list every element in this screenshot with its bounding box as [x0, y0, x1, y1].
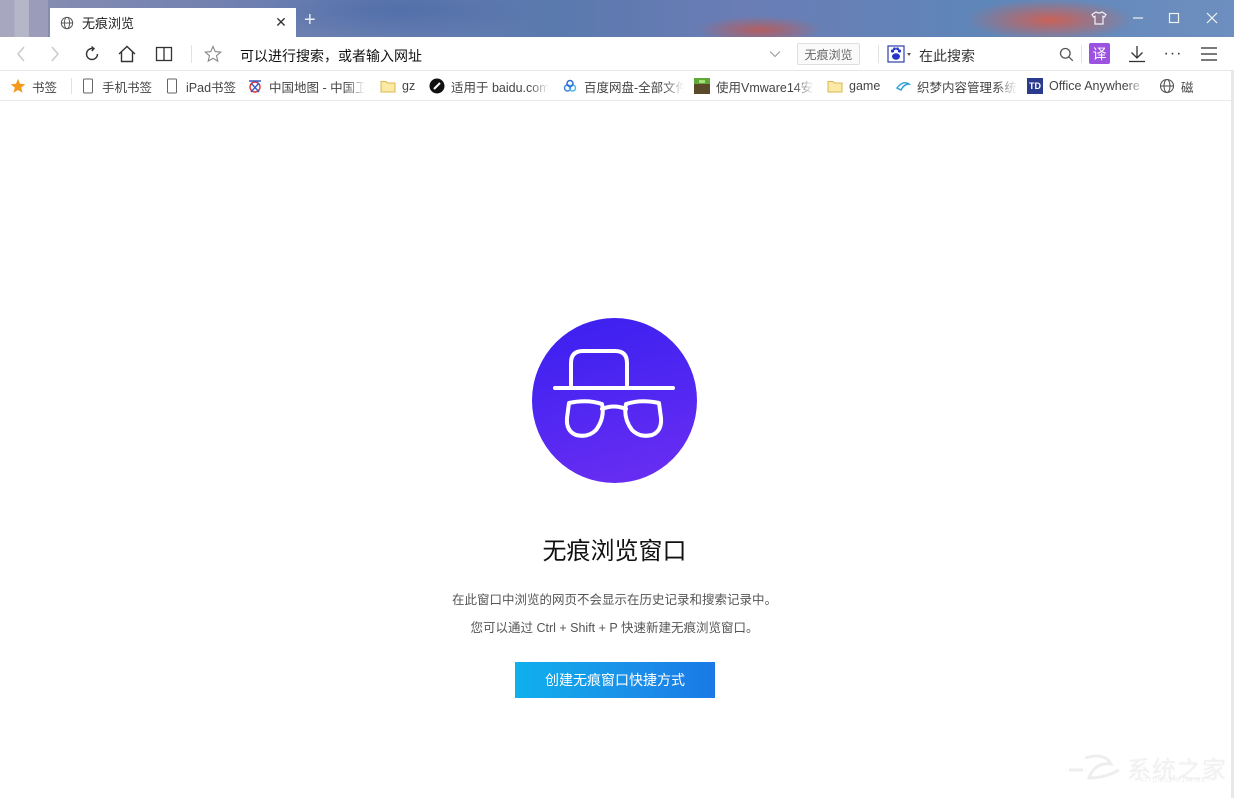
dede-icon — [895, 78, 911, 94]
chevron-left-icon — [17, 46, 25, 62]
book-icon — [155, 46, 173, 62]
search-button[interactable] — [1054, 37, 1078, 71]
translate-button[interactable]: 译 — [1089, 43, 1110, 64]
toolbar-divider — [191, 45, 192, 63]
menu-button[interactable] — [1197, 37, 1221, 71]
bookmarks-bar: 书签 手机书签 iPad书签 中国地图 - 中国卫 gz 适用于 baidu.c… — [0, 71, 1232, 101]
reload-button[interactable] — [80, 37, 104, 71]
bookmark-item[interactable]: 织梦内容管理系统 — [895, 71, 1017, 101]
incognito-badge[interactable]: 无痕浏览 — [797, 43, 860, 65]
back-button[interactable] — [8, 37, 34, 71]
favorite-button[interactable] — [201, 37, 225, 71]
tablet-icon — [164, 78, 180, 94]
map-site-icon — [247, 78, 263, 94]
address-bar[interactable]: 可以进行搜索，或者输入网址 — [240, 46, 422, 66]
tab-title: 无痕浏览 — [82, 16, 135, 31]
bookmark-item[interactable]: TD Office Anywhere — [1027, 71, 1145, 101]
download-icon — [1129, 46, 1145, 63]
search-input[interactable]: 在此搜索 — [919, 46, 975, 66]
globe-icon — [1159, 78, 1175, 94]
new-tab-button[interactable]: + — [304, 10, 316, 30]
bookmark-item[interactable]: 使用Vmware14安 — [694, 71, 814, 101]
tab-incognito[interactable]: 无痕浏览 ✕ — [50, 8, 296, 37]
user-avatar[interactable] — [0, 0, 48, 37]
create-shortcut-button[interactable]: 创建无痕窗口快捷方式 — [515, 662, 715, 698]
skin-button[interactable] — [1081, 6, 1117, 30]
maximize-button[interactable] — [1156, 6, 1192, 30]
close-window-button[interactable] — [1194, 6, 1230, 30]
chevron-down-icon — [769, 51, 781, 58]
incognito-hat-glasses-icon — [553, 349, 675, 438]
incognito-logo — [532, 318, 697, 483]
bookmark-item[interactable]: 手机书签 — [80, 71, 152, 101]
page-heading: 无痕浏览窗口 — [542, 538, 687, 565]
bookmark-item[interactable]: 适用于 baidu.com — [429, 71, 549, 101]
search-icon — [1059, 47, 1073, 61]
minecraft-icon — [694, 78, 710, 94]
td-icon: TD — [1027, 78, 1043, 94]
description-line: 在此窗口中浏览的网页不会显示在历史记录和搜索记录中。 — [451, 593, 777, 607]
bookmark-item[interactable]: 中国地图 - 中国卫 — [247, 71, 365, 101]
tab-close-icon[interactable]: ✕ — [270, 14, 292, 31]
title-bar: 无痕浏览 ✕ + — [0, 0, 1234, 37]
bookmarks-divider — [71, 78, 72, 94]
bookmark-item[interactable]: 百度网盘-全部文件 — [562, 71, 684, 101]
tool-site-icon — [429, 78, 445, 94]
hamburger-menu-icon — [1201, 47, 1217, 61]
bookmark-item[interactable]: 书签 — [10, 71, 57, 101]
search-engine-selector[interactable] — [885, 37, 915, 71]
download-button[interactable] — [1125, 37, 1149, 71]
watermark: 系统之家 XITONGZHIJIA.NET — [1065, 748, 1230, 790]
minimize-button[interactable] — [1120, 6, 1156, 30]
home-icon — [118, 45, 136, 63]
baidu-paw-icon — [887, 45, 911, 63]
star-outline-icon — [204, 45, 222, 63]
folder-icon — [827, 78, 843, 94]
navigation-toolbar: 可以进行搜索，或者输入网址 无痕浏览 在此搜索 译 ··· — [0, 37, 1234, 71]
home-button[interactable] — [115, 37, 139, 71]
bookmark-item[interactable]: game — [827, 71, 880, 101]
address-dropdown-button[interactable] — [764, 37, 786, 71]
baidu-pan-icon — [562, 78, 578, 94]
maximize-icon — [1168, 12, 1180, 24]
folder-icon — [380, 78, 396, 94]
bookmark-item[interactable]: gz — [380, 71, 415, 101]
more-button[interactable]: ··· — [1160, 37, 1186, 71]
minimize-icon — [1133, 17, 1143, 19]
globe-icon — [60, 16, 74, 29]
star-icon — [10, 78, 26, 94]
forward-button[interactable] — [42, 37, 68, 71]
bookmark-item[interactable]: iPad书签 — [164, 71, 236, 101]
toolbar-divider — [878, 45, 879, 63]
chevron-right-icon — [51, 46, 59, 62]
watermark-logo-icon — [1069, 754, 1120, 780]
phone-icon — [80, 78, 96, 94]
close-icon — [1206, 12, 1218, 24]
toolbar-divider — [1081, 45, 1082, 63]
shortcut-hint: 您可以通过 Ctrl + Shift + P 快速新建无痕浏览窗口。 — [470, 621, 759, 635]
refresh-icon — [85, 45, 99, 61]
bookmark-item[interactable]: 磁 — [1159, 71, 1194, 101]
reading-mode-button[interactable] — [152, 37, 176, 71]
watermark-subtext: XITONGZHIJIA.NET — [1140, 778, 1211, 784]
shirt-icon — [1091, 11, 1107, 25]
